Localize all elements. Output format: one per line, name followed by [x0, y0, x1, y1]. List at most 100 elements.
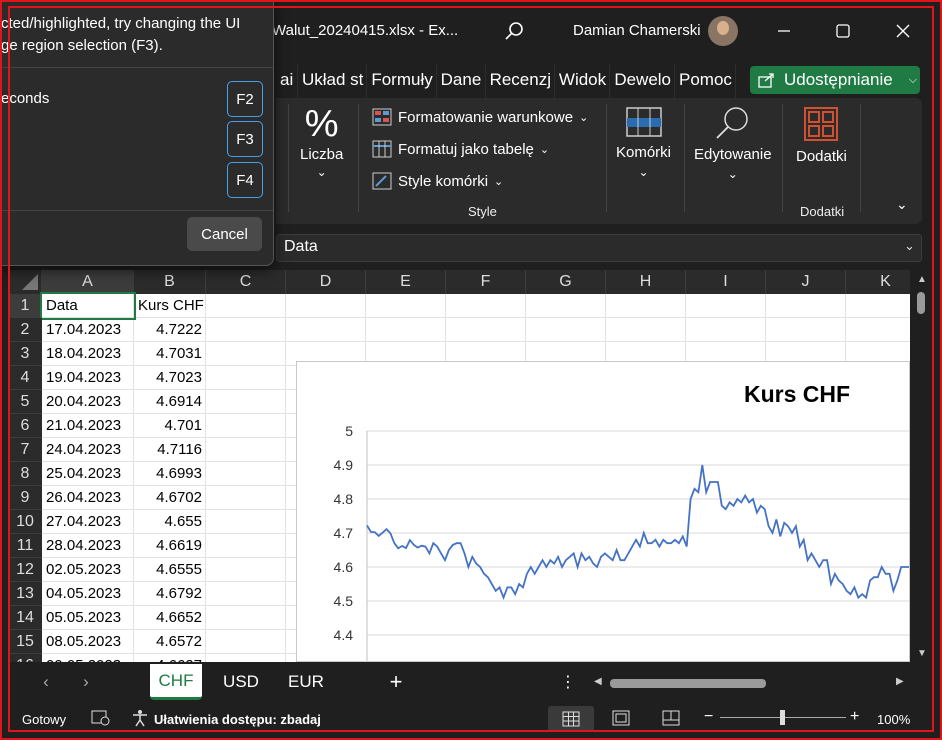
spreadsheet-grid[interactable]: A B C D E F G H I J K 1 Data Kurs CHF 2 17.04.2023 4.722…: [8, 270, 910, 662]
header-cell[interactable]: Kurs CHF: [134, 294, 206, 318]
tab-formuly[interactable]: Formuły: [367, 64, 437, 98]
f2-key-button[interactable]: F2: [227, 81, 263, 117]
collapse-ribbon-icon[interactable]: ⌄: [896, 196, 908, 213]
date-cell[interactable]: 02.05.2023: [42, 558, 134, 582]
tab-deweloper[interactable]: Dewelo: [610, 64, 676, 98]
minimize-icon[interactable]: [772, 18, 796, 44]
addins-button[interactable]: Dodatki: [796, 106, 847, 165]
row-header[interactable]: 14: [8, 606, 42, 630]
tab-uklad-strony[interactable]: Układ st: [298, 64, 368, 98]
scroll-thumb[interactable]: [917, 292, 925, 314]
value-cell[interactable]: 4.7116: [134, 438, 206, 462]
f3-key-button[interactable]: F3: [227, 121, 263, 157]
page-layout-icon[interactable]: [612, 710, 630, 729]
header-cell[interactable]: Data: [40, 292, 136, 320]
page-break-icon[interactable]: [662, 710, 680, 729]
value-cell[interactable]: 4.7031: [134, 342, 206, 366]
value-cell[interactable]: 4.6555: [134, 558, 206, 582]
column-header-c[interactable]: C: [206, 270, 286, 294]
normal-view-icon[interactable]: [548, 706, 594, 732]
value-cell[interactable]: 4.6619: [134, 534, 206, 558]
share-button[interactable]: Udostępnianie ⌵: [750, 66, 920, 94]
row-header[interactable]: 1: [8, 294, 42, 318]
date-cell[interactable]: 18.04.2023: [42, 342, 134, 366]
scroll-up-icon[interactable]: ▲: [917, 274, 927, 285]
number-format-button[interactable]: % Liczba ⌄: [300, 104, 343, 179]
maximize-icon[interactable]: [831, 18, 855, 44]
zoom-in-icon[interactable]: +: [850, 708, 859, 726]
date-cell[interactable]: 08.05.2023: [42, 630, 134, 654]
row-header[interactable]: 12: [8, 558, 42, 582]
chevron-left-icon[interactable]: ‹: [36, 664, 56, 700]
sheet-tab-usd[interactable]: USD: [216, 664, 266, 700]
column-header-h[interactable]: H: [606, 270, 686, 294]
sheet-tab-eur[interactable]: EUR: [280, 664, 332, 700]
row-header[interactable]: 11: [8, 534, 42, 558]
date-cell[interactable]: 04.05.2023: [42, 582, 134, 606]
column-header-j[interactable]: J: [766, 270, 846, 294]
chart[interactable]: Kurs CHF54.94.84.74.64.54.44.3: [296, 361, 910, 662]
row-header[interactable]: 3: [8, 342, 42, 366]
cancel-button[interactable]: Cancel: [187, 217, 262, 251]
tab-widok[interactable]: Widok: [555, 64, 611, 98]
column-header-f[interactable]: F: [446, 270, 526, 294]
date-cell[interactable]: 25.04.2023: [42, 462, 134, 486]
value-cell[interactable]: 4.6792: [134, 582, 206, 606]
tab-recenzja[interactable]: Recenzj: [486, 64, 555, 98]
column-header-g[interactable]: G: [526, 270, 606, 294]
user-name[interactable]: Damian Chamerski: [573, 22, 701, 39]
row-header[interactable]: 10: [8, 510, 42, 534]
value-cell[interactable]: 4.701: [134, 414, 206, 438]
chevron-down-icon[interactable]: ⌄: [904, 238, 915, 254]
select-all-corner[interactable]: [8, 270, 42, 294]
editing-button[interactable]: Edytowanie ⌄: [694, 104, 772, 181]
value-cell[interactable]: 4.6914: [134, 390, 206, 414]
accessibility-icon[interactable]: [130, 708, 150, 731]
scroll-down-icon[interactable]: ▼: [917, 648, 927, 659]
scroll-right-icon[interactable]: ▶: [896, 676, 904, 687]
row-header[interactable]: 9: [8, 486, 42, 510]
scroll-thumb[interactable]: [610, 679, 766, 688]
row-header[interactable]: 13: [8, 582, 42, 606]
date-cell[interactable]: 20.04.2023: [42, 390, 134, 414]
date-cell[interactable]: 21.04.2023: [42, 414, 134, 438]
zoom-out-icon[interactable]: −: [704, 708, 713, 726]
row-header[interactable]: 6: [8, 414, 42, 438]
format-as-table-button[interactable]: Formatuj jako tabelę ⌄: [372, 140, 549, 158]
cell-styles-button[interactable]: Style komórki ⌄: [372, 172, 503, 190]
column-header-i[interactable]: I: [686, 270, 766, 294]
horizontal-scrollbar[interactable]: ◀ ▶: [590, 672, 912, 694]
row-header[interactable]: 5: [8, 390, 42, 414]
tab-dane[interactable]: Dane: [437, 64, 486, 98]
date-cell[interactable]: 27.04.2023: [42, 510, 134, 534]
row-header[interactable]: 8: [8, 462, 42, 486]
value-cell[interactable]: 4.6702: [134, 486, 206, 510]
date-cell[interactable]: 19.04.2023: [42, 366, 134, 390]
date-cell[interactable]: 05.05.2023: [42, 606, 134, 630]
more-options-icon[interactable]: ⋮: [560, 664, 576, 700]
macro-record-icon[interactable]: [90, 708, 112, 731]
row-header[interactable]: 16: [8, 654, 42, 662]
date-cell[interactable]: 17.04.2023: [42, 318, 134, 342]
tab-pomoc[interactable]: Pomoc: [675, 64, 736, 98]
column-header-e[interactable]: E: [366, 270, 446, 294]
column-header-a[interactable]: A: [42, 270, 134, 294]
row-header[interactable]: 4: [8, 366, 42, 390]
series-line[interactable]: [366, 464, 909, 601]
column-header-k[interactable]: K: [846, 270, 910, 294]
tab-wstawianie[interactable]: ai: [276, 64, 298, 98]
row-header[interactable]: 7: [8, 438, 42, 462]
value-cell[interactable]: 4.6627: [134, 654, 206, 662]
row-header[interactable]: 15: [8, 630, 42, 654]
date-cell[interactable]: 28.04.2023: [42, 534, 134, 558]
chevron-right-icon[interactable]: ›: [76, 664, 96, 700]
zoom-level[interactable]: 100%: [877, 712, 910, 727]
value-cell[interactable]: 4.6652: [134, 606, 206, 630]
value-cell[interactable]: 4.655: [134, 510, 206, 534]
value-cell[interactable]: 4.7222: [134, 318, 206, 342]
vertical-scrollbar[interactable]: ▲ ▼: [910, 270, 932, 662]
value-cell[interactable]: 4.6572: [134, 630, 206, 654]
date-cell[interactable]: 09.05.2023: [42, 654, 134, 662]
date-cell[interactable]: 26.04.2023: [42, 486, 134, 510]
close-icon[interactable]: [891, 18, 915, 44]
